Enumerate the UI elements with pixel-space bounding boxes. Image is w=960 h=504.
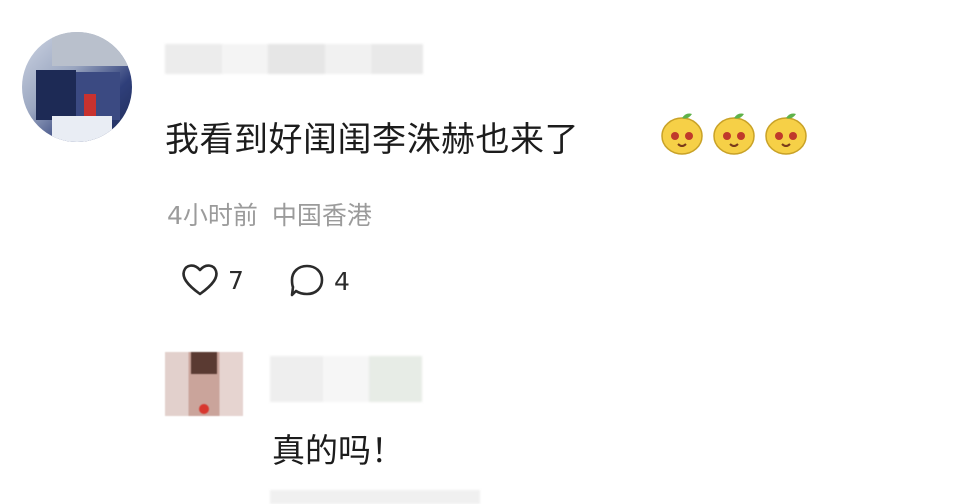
reply-button[interactable]: 4 bbox=[288, 262, 350, 300]
comment-bubble-icon bbox=[290, 264, 324, 297]
heart-icon bbox=[182, 264, 218, 296]
comment-text: 我看到好闺闺李洙赫也来了 bbox=[165, 120, 579, 160]
like-button[interactable]: 7 bbox=[180, 262, 244, 298]
avatar[interactable] bbox=[22, 32, 132, 142]
lemon-face-emoji-icon bbox=[765, 113, 807, 155]
comment-time: 4小时前 bbox=[167, 201, 258, 230]
username-blurred[interactable] bbox=[270, 356, 422, 402]
reply-text: 真的吗！ bbox=[272, 431, 404, 470]
lemon-face-emoji-icon bbox=[661, 113, 703, 155]
username-blurred[interactable] bbox=[165, 44, 423, 74]
username-blurred[interactable] bbox=[270, 490, 480, 504]
avatar-pixel bbox=[199, 404, 209, 414]
avatar-pixel bbox=[191, 352, 217, 374]
like-count: 7 bbox=[228, 265, 244, 295]
reply-count: 4 bbox=[334, 266, 350, 296]
lemon-face-emoji-icon bbox=[713, 113, 755, 155]
comment-location: 中国香港 bbox=[271, 201, 372, 230]
comment-meta: 4小时前 中国香港 bbox=[167, 196, 372, 232]
avatar[interactable] bbox=[165, 352, 243, 416]
